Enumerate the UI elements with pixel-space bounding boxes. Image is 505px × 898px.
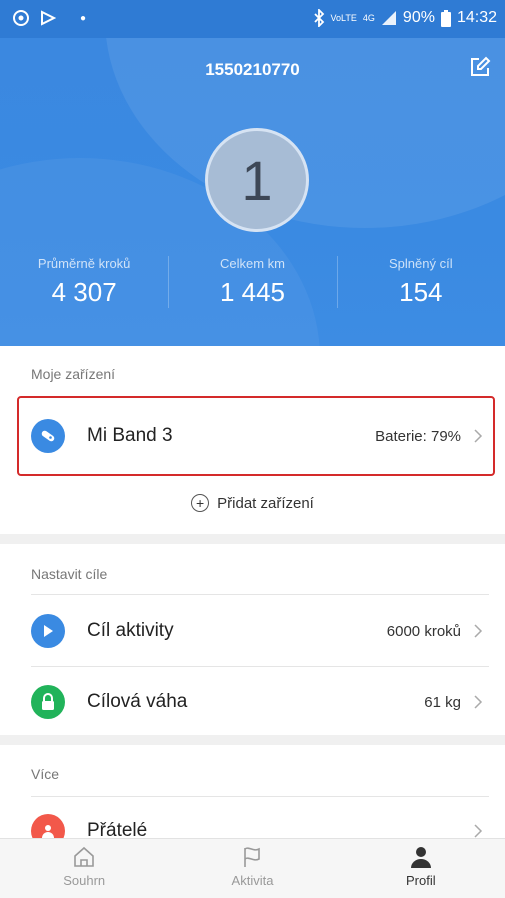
stat-label: Průměrně kroků <box>37 256 131 271</box>
section-title-devices: Moje zařízení <box>31 366 116 382</box>
stat-value: 4 307 <box>51 277 117 307</box>
profile-header: 1550210770 1 Průměrně kroků 4 307 Celkem… <box>0 38 505 346</box>
tab-profile[interactable]: Profil <box>337 839 505 898</box>
device-name: Mi Band 3 <box>87 425 173 446</box>
plus-icon: + <box>191 494 210 512</box>
section-title-more: Více <box>31 766 60 782</box>
battery-percent: 90% <box>402 9 435 26</box>
goal-label: Cíl aktivity <box>87 620 174 641</box>
battery-icon <box>440 9 451 27</box>
status-left-icons: ● <box>12 9 86 27</box>
goal-label: Cílová váha <box>87 691 188 712</box>
goal-row-activity[interactable]: Cíl aktivity 6000 kroků <box>17 596 497 666</box>
goal-value: 61 kg <box>424 693 461 711</box>
user-id: 1550210770 <box>205 60 300 79</box>
home-icon <box>74 846 94 867</box>
add-device-label: Přidat zařízení <box>217 494 314 512</box>
dot-icon: ● <box>80 12 87 24</box>
goal-value: 6000 kroků <box>386 622 461 640</box>
tab-label: Souhrn <box>63 873 106 888</box>
section-gap <box>0 735 505 745</box>
tab-label: Profil <box>406 873 436 888</box>
app-notification-icon <box>13 10 29 26</box>
section-gap <box>0 534 505 544</box>
device-row-mi-band[interactable]: Mi Band 3 Baterie: 79% <box>17 401 497 471</box>
add-device-button[interactable]: + Přidat zařízení <box>0 494 505 512</box>
chevron-right-icon <box>474 695 483 709</box>
stat-label: Splněný cíl <box>389 256 453 271</box>
stats-row: Průměrně kroků 4 307 Celkem km 1 445 Spl… <box>0 256 505 326</box>
flag-outline-icon <box>244 847 261 867</box>
tab-summary[interactable]: Souhrn <box>0 839 168 898</box>
signal-icon <box>381 11 396 25</box>
stat-label: Celkem km <box>219 256 285 271</box>
stat-goals-met: Splněný cíl 154 <box>336 256 505 326</box>
stat-avg-steps: Průměrně kroků 4 307 <box>0 256 168 326</box>
level-badge[interactable]: 1 <box>205 128 309 232</box>
stat-value: 154 <box>399 277 443 307</box>
chevron-right-icon <box>474 824 483 838</box>
bluetooth-icon <box>313 9 324 27</box>
device-battery: Baterie: 79% <box>375 427 461 445</box>
edit-icon[interactable] <box>469 56 491 78</box>
network-4g-indicator: 4G <box>362 12 375 23</box>
band-icon <box>31 419 65 453</box>
stat-value: 1 445 <box>219 277 286 307</box>
tab-activity[interactable]: Aktivita <box>168 839 336 898</box>
flag-icon <box>31 614 65 648</box>
chevron-right-icon <box>474 624 483 638</box>
clock: 14:32 <box>456 9 497 26</box>
media-notification-icon <box>41 10 56 26</box>
level-number: 1 <box>241 148 273 212</box>
volte-indicator: VoLTE <box>330 12 357 23</box>
bottom-tab-bar: Souhrn Aktivita Profil <box>0 838 505 898</box>
tab-label: Aktivita <box>231 873 274 888</box>
goal-row-weight[interactable]: Cílová váha 61 kg <box>17 667 497 737</box>
status-right: VoLTE 4G 90% 14:32 <box>313 9 497 27</box>
lock-icon <box>31 685 65 719</box>
person-icon <box>410 847 431 868</box>
section-title-goals: Nastavit cíle <box>31 566 108 582</box>
status-bar: ● VoLTE 4G 90% 14:32 <box>0 0 505 38</box>
chevron-right-icon <box>474 429 483 443</box>
divider <box>31 594 489 595</box>
stat-total-km: Celkem km 1 445 <box>168 256 336 326</box>
